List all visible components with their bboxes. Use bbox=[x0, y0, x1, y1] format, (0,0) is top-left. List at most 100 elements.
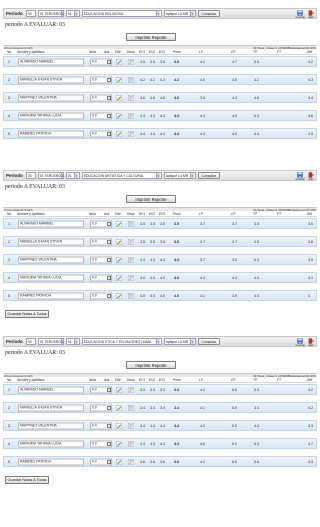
consult-button[interactable]: Consultar bbox=[197, 172, 220, 179]
grade-select[interactable]: 01 TERCERO ▾ bbox=[37, 10, 64, 17]
detail-icon[interactable] bbox=[128, 58, 134, 65]
detail-icon[interactable] bbox=[128, 440, 134, 447]
table-row: 5 RAMIREZ PATRICIA 0.0 3.6 3.6 3.6 3.6 4.2 5.0 3.… bbox=[3, 456, 317, 467]
absence-checkbox[interactable] bbox=[107, 387, 111, 392]
absence-checkbox[interactable] bbox=[107, 95, 111, 100]
detail-icon[interactable] bbox=[128, 404, 134, 411]
save-nav-button[interactable]: Guardar bbox=[295, 171, 305, 181]
edit-icon[interactable] bbox=[116, 76, 122, 83]
detail-icon[interactable] bbox=[128, 458, 134, 465]
column-header: Edit bbox=[115, 211, 121, 216]
detail-icon[interactable] bbox=[128, 386, 134, 393]
tp-score: 3.3 bbox=[254, 387, 259, 392]
save-all-grades-button[interactable]: Guardar Notas A Todos bbox=[5, 476, 49, 484]
exit-nav-label: Salir bbox=[308, 15, 314, 19]
absence-checkbox[interactable] bbox=[107, 77, 111, 82]
subject-select[interactable]: EDUCACION ETICA Y EN VALORES HUMA ▾ bbox=[81, 338, 162, 345]
detail-icon[interactable] bbox=[128, 220, 134, 227]
detail-icon[interactable] bbox=[128, 130, 134, 137]
absence-checkbox[interactable] bbox=[107, 113, 111, 118]
exit-nav-button[interactable]: Salir bbox=[308, 337, 314, 347]
edit-icon[interactable] bbox=[116, 422, 122, 429]
period-select[interactable]: 03 bbox=[25, 338, 36, 345]
save-nav-button[interactable]: Guardar bbox=[295, 9, 305, 19]
grade-select[interactable]: 01 TERCERO ▾ bbox=[37, 338, 64, 345]
column-header: CP bbox=[231, 377, 236, 382]
edit-icon[interactable] bbox=[116, 256, 122, 263]
absence-checkbox[interactable] bbox=[107, 405, 111, 410]
absence-checkbox[interactable] bbox=[107, 221, 111, 226]
edit-icon[interactable] bbox=[116, 458, 122, 465]
tp-score: 3.5 bbox=[254, 239, 259, 244]
column-header: Nota bbox=[89, 211, 96, 216]
print-report-button[interactable]: Imprimir Reporte bbox=[126, 33, 176, 41]
detail-icon[interactable] bbox=[128, 422, 134, 429]
grade-value: 01 TERCERO bbox=[39, 11, 61, 16]
absence-checkbox[interactable] bbox=[107, 293, 111, 298]
absence-checkbox[interactable] bbox=[107, 59, 111, 64]
exit-nav-button[interactable]: Salir bbox=[308, 171, 314, 181]
group-select[interactable]: 01 ▾ bbox=[65, 172, 80, 179]
detail-icon[interactable] bbox=[128, 112, 134, 119]
edit-icon[interactable] bbox=[116, 274, 122, 281]
group-select[interactable]: 01 ▾ bbox=[65, 338, 80, 345]
period-value: 03 bbox=[27, 339, 32, 344]
edit-icon[interactable] bbox=[116, 112, 122, 119]
absence-checkbox[interactable] bbox=[107, 131, 111, 136]
save-all-grades-button[interactable]: Guardar Notas A Todos bbox=[5, 310, 49, 318]
edit-icon[interactable] bbox=[116, 404, 122, 411]
save-nav-button[interactable]: Guardar bbox=[295, 337, 305, 347]
column-header: No. bbox=[7, 377, 12, 382]
absence-checkbox[interactable] bbox=[107, 239, 111, 244]
absence-checkbox[interactable] bbox=[107, 257, 111, 262]
edit-icon[interactable] bbox=[116, 238, 122, 245]
edit-icon[interactable] bbox=[116, 58, 122, 65]
final-score: 4.2 bbox=[308, 59, 313, 64]
final-score: 4.3 bbox=[308, 77, 313, 82]
period-select[interactable]: 03 bbox=[25, 10, 36, 17]
cp-score: 3.7 bbox=[232, 221, 237, 226]
edit-icon[interactable] bbox=[116, 130, 122, 137]
lp-score: 4.2 bbox=[200, 459, 205, 464]
detail-icon[interactable] bbox=[128, 94, 134, 101]
evaluation-score: 3.4 bbox=[140, 405, 145, 410]
subject-select[interactable]: EDUCACION ARTISTICA Y CULTURAL ▾ bbox=[81, 172, 162, 179]
average-score: 4.0 bbox=[174, 275, 179, 280]
consult-button[interactable]: Consultar bbox=[197, 10, 220, 17]
print-report-button[interactable]: Imprimir Reporte bbox=[126, 361, 176, 369]
absence-checkbox[interactable] bbox=[107, 459, 111, 464]
detail-icon[interactable] bbox=[128, 292, 134, 299]
edit-icon[interactable] bbox=[116, 292, 122, 299]
table-header: No. Nombre y Apellidos Nota Ask Edit Desa EV1 E… bbox=[3, 377, 317, 383]
subject-select[interactable]: EDUCACION RELIGIOSA ▾ bbox=[81, 10, 162, 17]
print-report-button[interactable]: Imprimir Reporte bbox=[126, 195, 176, 203]
edit-icon[interactable] bbox=[116, 94, 122, 101]
detail-icon[interactable] bbox=[128, 256, 134, 263]
absence-checkbox[interactable] bbox=[107, 441, 111, 446]
approve-select[interactable]: Aplique LA MR ▾ bbox=[163, 10, 196, 17]
evaluation-score: 4.0 bbox=[140, 275, 145, 280]
edit-icon[interactable] bbox=[116, 220, 122, 227]
grades-panel-3: Periodo 03 01 TERCERO ▾ 01 ▾ EDUCACION ETI… bbox=[0, 336, 320, 484]
detail-icon[interactable] bbox=[128, 274, 134, 281]
consult-button[interactable]: Consultar bbox=[197, 338, 220, 345]
edit-icon[interactable] bbox=[116, 440, 122, 447]
absence-checkbox[interactable] bbox=[107, 423, 111, 428]
column-header: Nota bbox=[89, 377, 96, 382]
evaluation-score: 4.0 bbox=[150, 293, 155, 298]
approve-select[interactable]: Aplique LA MR ▾ bbox=[163, 172, 196, 179]
grade-select[interactable]: 01 TERCERO ▾ bbox=[37, 172, 64, 179]
column-header: Def bbox=[307, 49, 312, 54]
detail-icon[interactable] bbox=[128, 76, 134, 83]
group-select[interactable]: 01 ▾ bbox=[65, 10, 80, 17]
approve-select[interactable]: Aplique LA MR ▾ bbox=[163, 338, 196, 345]
detail-icon[interactable] bbox=[128, 238, 134, 245]
exit-nav-button[interactable]: Salir bbox=[308, 9, 314, 19]
edit-icon[interactable] bbox=[116, 386, 122, 393]
cp-score: 4.5 bbox=[232, 131, 237, 136]
absence-checkbox[interactable] bbox=[107, 275, 111, 280]
evaluation-score: 4.4 bbox=[140, 423, 145, 428]
student-name: MARTINEZ VALENTINA bbox=[18, 422, 84, 429]
period-select[interactable]: 03 bbox=[25, 172, 36, 179]
tp-score: 3.4 bbox=[254, 405, 259, 410]
